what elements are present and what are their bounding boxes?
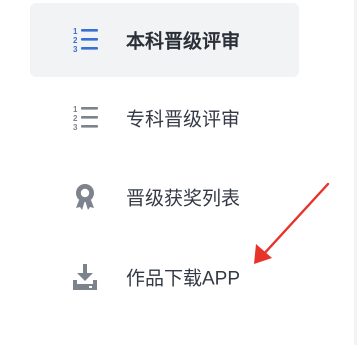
svg-text:1: 1	[73, 105, 78, 114]
sidebar-menu: 1 2 3 本科晋级评审 1 2 3 专科晋级评审 晋级获奖列表 作品下载APP	[0, 0, 357, 345]
award-ribbon-icon	[70, 182, 100, 212]
numbered-list-icon: 1 2 3	[70, 25, 100, 55]
menu-item-undergrad-review[interactable]: 1 2 3 本科晋级评审	[30, 3, 299, 77]
svg-text:2: 2	[73, 114, 78, 123]
menu-item-award-list[interactable]: 晋级获奖列表	[30, 160, 299, 234]
menu-item-label: 专科晋级评审	[126, 109, 241, 131]
menu-item-junior-college-review[interactable]: 1 2 3 专科晋级评审	[30, 81, 299, 155]
numbered-list-icon: 1 2 3	[70, 103, 100, 133]
svg-text:3: 3	[73, 123, 78, 132]
menu-item-download-app[interactable]: 作品下载APP	[30, 240, 299, 314]
svg-text:1: 1	[73, 27, 78, 36]
menu-item-label: 作品下载APP	[126, 268, 241, 290]
menu-item-label: 晋级获奖列表	[126, 188, 241, 210]
menu-item-label: 本科晋级评审	[126, 31, 241, 53]
download-tray-icon	[70, 262, 100, 292]
svg-text:3: 3	[73, 45, 78, 54]
svg-text:2: 2	[73, 36, 78, 45]
